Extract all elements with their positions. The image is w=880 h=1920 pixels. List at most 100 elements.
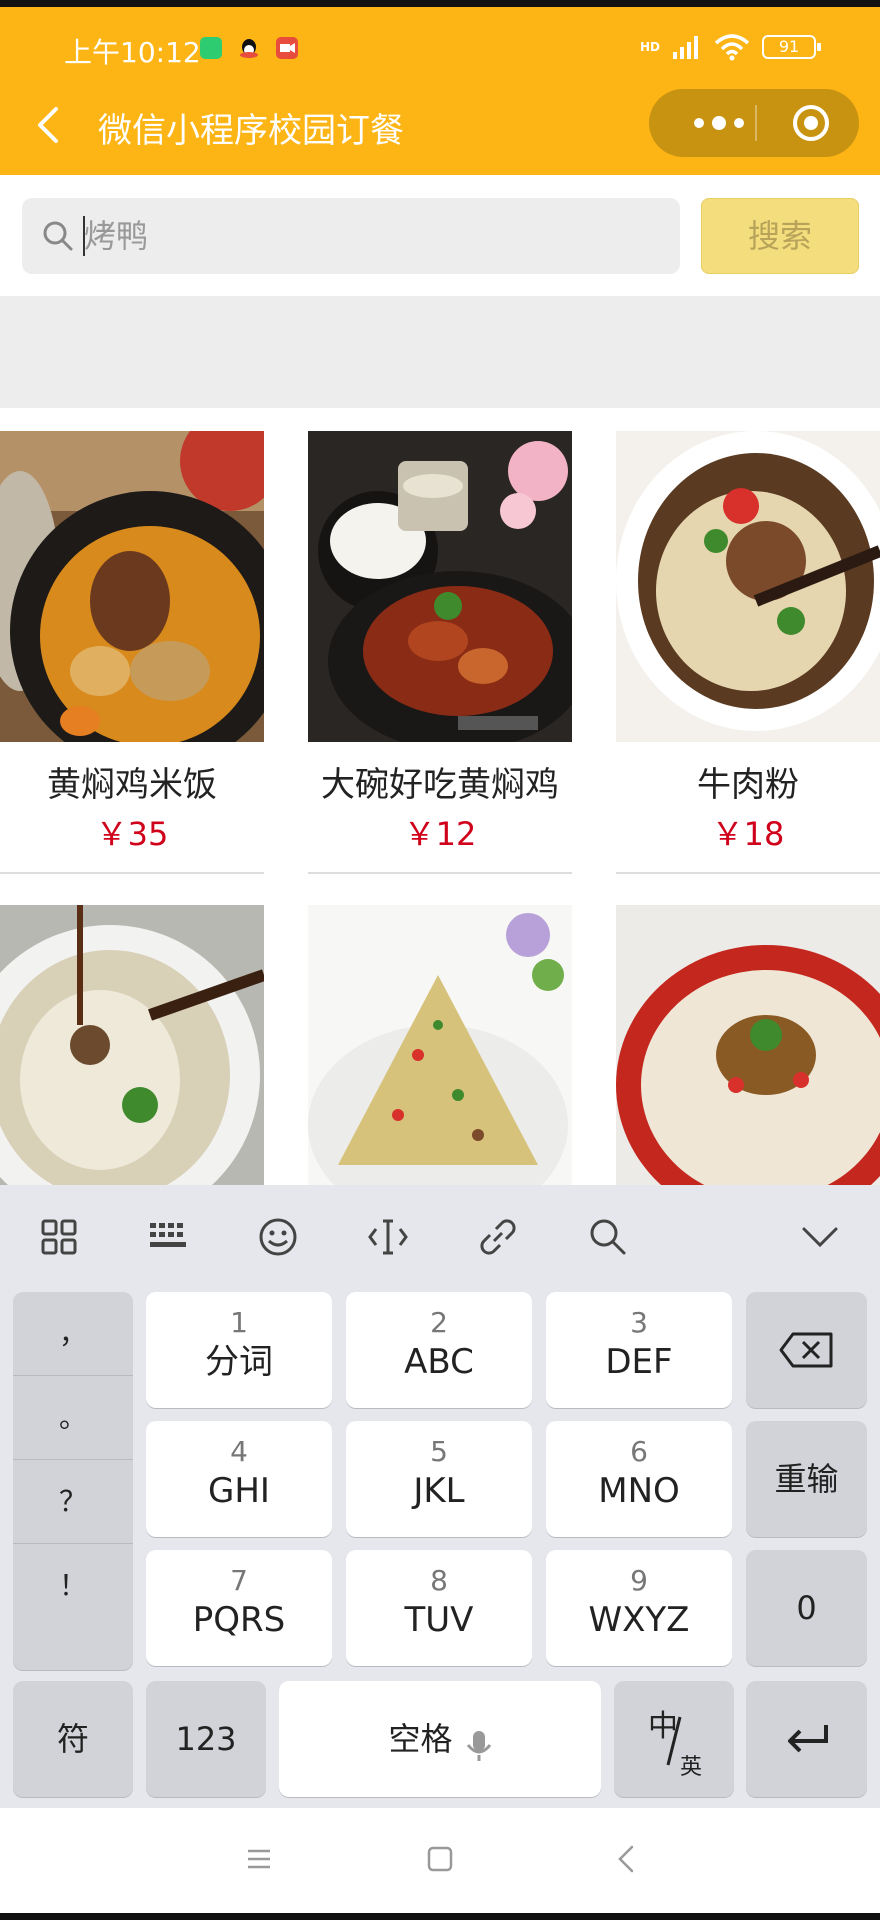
emoji-icon[interactable] (256, 1215, 300, 1259)
t9-key-1[interactable]: 1 分词 (146, 1292, 332, 1408)
key-letters: TUV (404, 1600, 474, 1640)
numbers-key[interactable]: 123 (146, 1681, 266, 1797)
punct-question-key[interactable]: ？ (13, 1460, 133, 1544)
key-number: 7 (230, 1564, 248, 1597)
key-number: 6 (630, 1435, 648, 1468)
search-button[interactable]: 搜索 (701, 198, 859, 274)
t9-key-4[interactable]: 4 GHI (146, 1421, 332, 1537)
keyboard-toolbar (0, 1185, 880, 1287)
food-image-beef-noodles[interactable] (616, 431, 880, 742)
food-image-braised-chicken-pot[interactable] (0, 431, 264, 742)
food-card[interactable]: 黄焖鸡米饭 ￥35 (0, 431, 264, 874)
food-card[interactable] (0, 905, 264, 1216)
punct-comma-key[interactable]: ， (13, 1292, 133, 1376)
search-icon (43, 221, 73, 251)
qq-notification-icon (238, 37, 260, 59)
signal-icon (673, 36, 698, 59)
grid-icon[interactable] (37, 1215, 81, 1259)
punct-period-key[interactable]: 。 (13, 1376, 133, 1460)
status-time: 上午10:12 (64, 36, 201, 69)
page-title: 微信小程序校园订餐 (98, 111, 404, 151)
divider (308, 872, 572, 874)
search-icon[interactable] (586, 1215, 630, 1259)
enter-key[interactable] (746, 1681, 867, 1797)
bottom-edge (0, 1913, 880, 1920)
food-name: 黄焖鸡米饭 (47, 765, 217, 805)
banner-placeholder (0, 296, 880, 408)
zero-label: 0 (796, 1589, 817, 1627)
key-letters: MNO (598, 1471, 680, 1511)
food-image-rice-noodles[interactable] (616, 905, 880, 1216)
t9-key-7[interactable]: 7 PQRS (146, 1550, 332, 1666)
top-edge (0, 0, 880, 7)
space-key[interactable]: 空格 (279, 1681, 601, 1797)
key-letters: ABC (404, 1342, 474, 1382)
backspace-key[interactable] (746, 1292, 867, 1408)
key-number: 2 (430, 1306, 448, 1339)
home-icon[interactable] (425, 1844, 455, 1874)
soft-keyboard: ， 。 ？ ！ 1 分词 2 ABC 3 DEF 4 GHI 5 JKL 6 M… (0, 1185, 880, 1808)
microphone-icon (466, 1730, 491, 1761)
back-icon[interactable] (612, 1844, 642, 1874)
zero-key[interactable]: 0 (746, 1550, 867, 1666)
food-name: 牛肉粉 (697, 765, 799, 805)
search-bar: 搜索 (0, 175, 880, 296)
back-arrow-icon[interactable] (30, 105, 70, 145)
chevron-down-icon[interactable] (798, 1215, 842, 1259)
food-image-big-bowl-chicken[interactable] (308, 431, 572, 742)
punctuation-column: ， 。 ？ ！ (13, 1292, 133, 1670)
capsule-divider (755, 105, 757, 141)
backspace-icon (779, 1332, 832, 1368)
key-number: 5 (430, 1435, 448, 1468)
link-icon[interactable] (476, 1215, 520, 1259)
battery-indicator: 91 (762, 35, 821, 59)
close-miniprogram-icon[interactable] (791, 103, 831, 143)
t9-key-2[interactable]: 2 ABC (346, 1292, 532, 1408)
search-box[interactable] (22, 198, 680, 274)
status-right: HD 91 (639, 33, 821, 61)
system-nav-bar (0, 1808, 880, 1913)
food-card[interactable]: 牛肉粉 ￥18 (616, 431, 880, 874)
food-card[interactable]: 大碗好吃黄焖鸡 ￥12 (308, 431, 572, 874)
t9-key-8[interactable]: 8 TUV (346, 1550, 532, 1666)
more-dots-icon[interactable] (679, 89, 759, 157)
android-notification-icon (200, 37, 222, 59)
key-number: 8 (430, 1564, 448, 1597)
language-switch-key[interactable]: 中 英 (614, 1681, 734, 1797)
food-image-noodle-soup[interactable] (0, 905, 264, 1216)
hd-label: HD (639, 40, 660, 54)
search-input[interactable] (84, 198, 644, 274)
key-number: 9 (630, 1564, 648, 1597)
t9-key-9[interactable]: 9 WXYZ (546, 1550, 732, 1666)
space-label: 空格 (388, 1720, 453, 1758)
cursor-icon[interactable] (366, 1215, 410, 1259)
enter-icon (787, 1725, 828, 1753)
food-price: ￥18 (711, 815, 785, 853)
key-letters: GHI (208, 1471, 270, 1511)
key-letters: 分词 (205, 1342, 273, 1382)
key-letters: JKL (413, 1471, 465, 1511)
divider (0, 872, 264, 874)
symbols-label: 符 (56, 1720, 89, 1758)
divider (616, 872, 880, 874)
header: 上午10:12 HD 91 微信小程序校园订餐 (0, 7, 880, 175)
symbols-key[interactable]: 符 (13, 1681, 133, 1797)
punct-exclaim-key[interactable]: ！ (13, 1544, 133, 1628)
t9-key-5[interactable]: 5 JKL (346, 1421, 532, 1537)
t9-key-6[interactable]: 6 MNO (546, 1421, 732, 1537)
food-price: ￥35 (95, 815, 169, 853)
menu-icon[interactable] (244, 1844, 274, 1874)
keyboard-icon[interactable] (146, 1215, 190, 1259)
food-image-fried-rice[interactable] (308, 905, 572, 1216)
wifi-icon (714, 34, 750, 61)
food-card[interactable] (308, 905, 572, 1216)
key-letters: DEF (605, 1342, 673, 1382)
food-card[interactable] (616, 905, 880, 1216)
food-price: ￥12 (403, 815, 477, 853)
video-notification-icon (276, 37, 298, 59)
miniprogram-capsule (649, 89, 859, 157)
t9-key-3[interactable]: 3 DEF (546, 1292, 732, 1408)
reinput-key[interactable]: 重输 (746, 1421, 867, 1537)
key-number: 4 (230, 1435, 248, 1468)
lang-en-label: 英 (680, 1755, 703, 1780)
